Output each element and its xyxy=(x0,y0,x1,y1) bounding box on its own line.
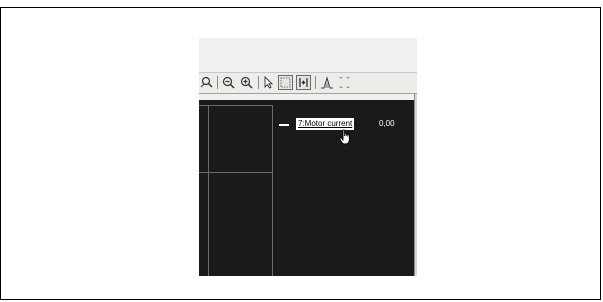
figure-id-caption: 130BT470.10 xyxy=(302,251,413,271)
zoom-fit-icon[interactable] xyxy=(199,75,214,90)
hand-cursor-icon xyxy=(339,129,350,145)
plot-area[interactable]: 7:Motor current 0,00 xyxy=(199,100,414,276)
grid-line-vertical xyxy=(272,105,273,276)
zoom-in-icon[interactable] xyxy=(239,75,254,90)
pointer-icon[interactable] xyxy=(261,75,276,90)
software-screenshot: 7:Motor current 0,00 130BT470.10 xyxy=(199,38,417,276)
zoom-out-icon[interactable] xyxy=(221,75,236,90)
expand-icon[interactable] xyxy=(337,75,352,90)
toolbar-separator xyxy=(258,76,259,89)
trigger-icon[interactable] xyxy=(319,75,334,90)
grid-line-horizontal xyxy=(199,105,273,106)
grid-line-horizontal xyxy=(199,172,273,173)
plot-scrollbar-edge xyxy=(414,94,417,276)
select-rectangle-icon[interactable] xyxy=(278,75,293,90)
legend-line-swatch xyxy=(279,124,289,126)
toolbar-separator xyxy=(217,76,218,89)
legend-channel-value: 0,00 xyxy=(379,119,395,128)
grid-line-vertical xyxy=(208,105,209,276)
toolbar-separator xyxy=(315,76,316,89)
cursors-icon[interactable] xyxy=(296,75,311,90)
toolbar xyxy=(199,72,417,94)
